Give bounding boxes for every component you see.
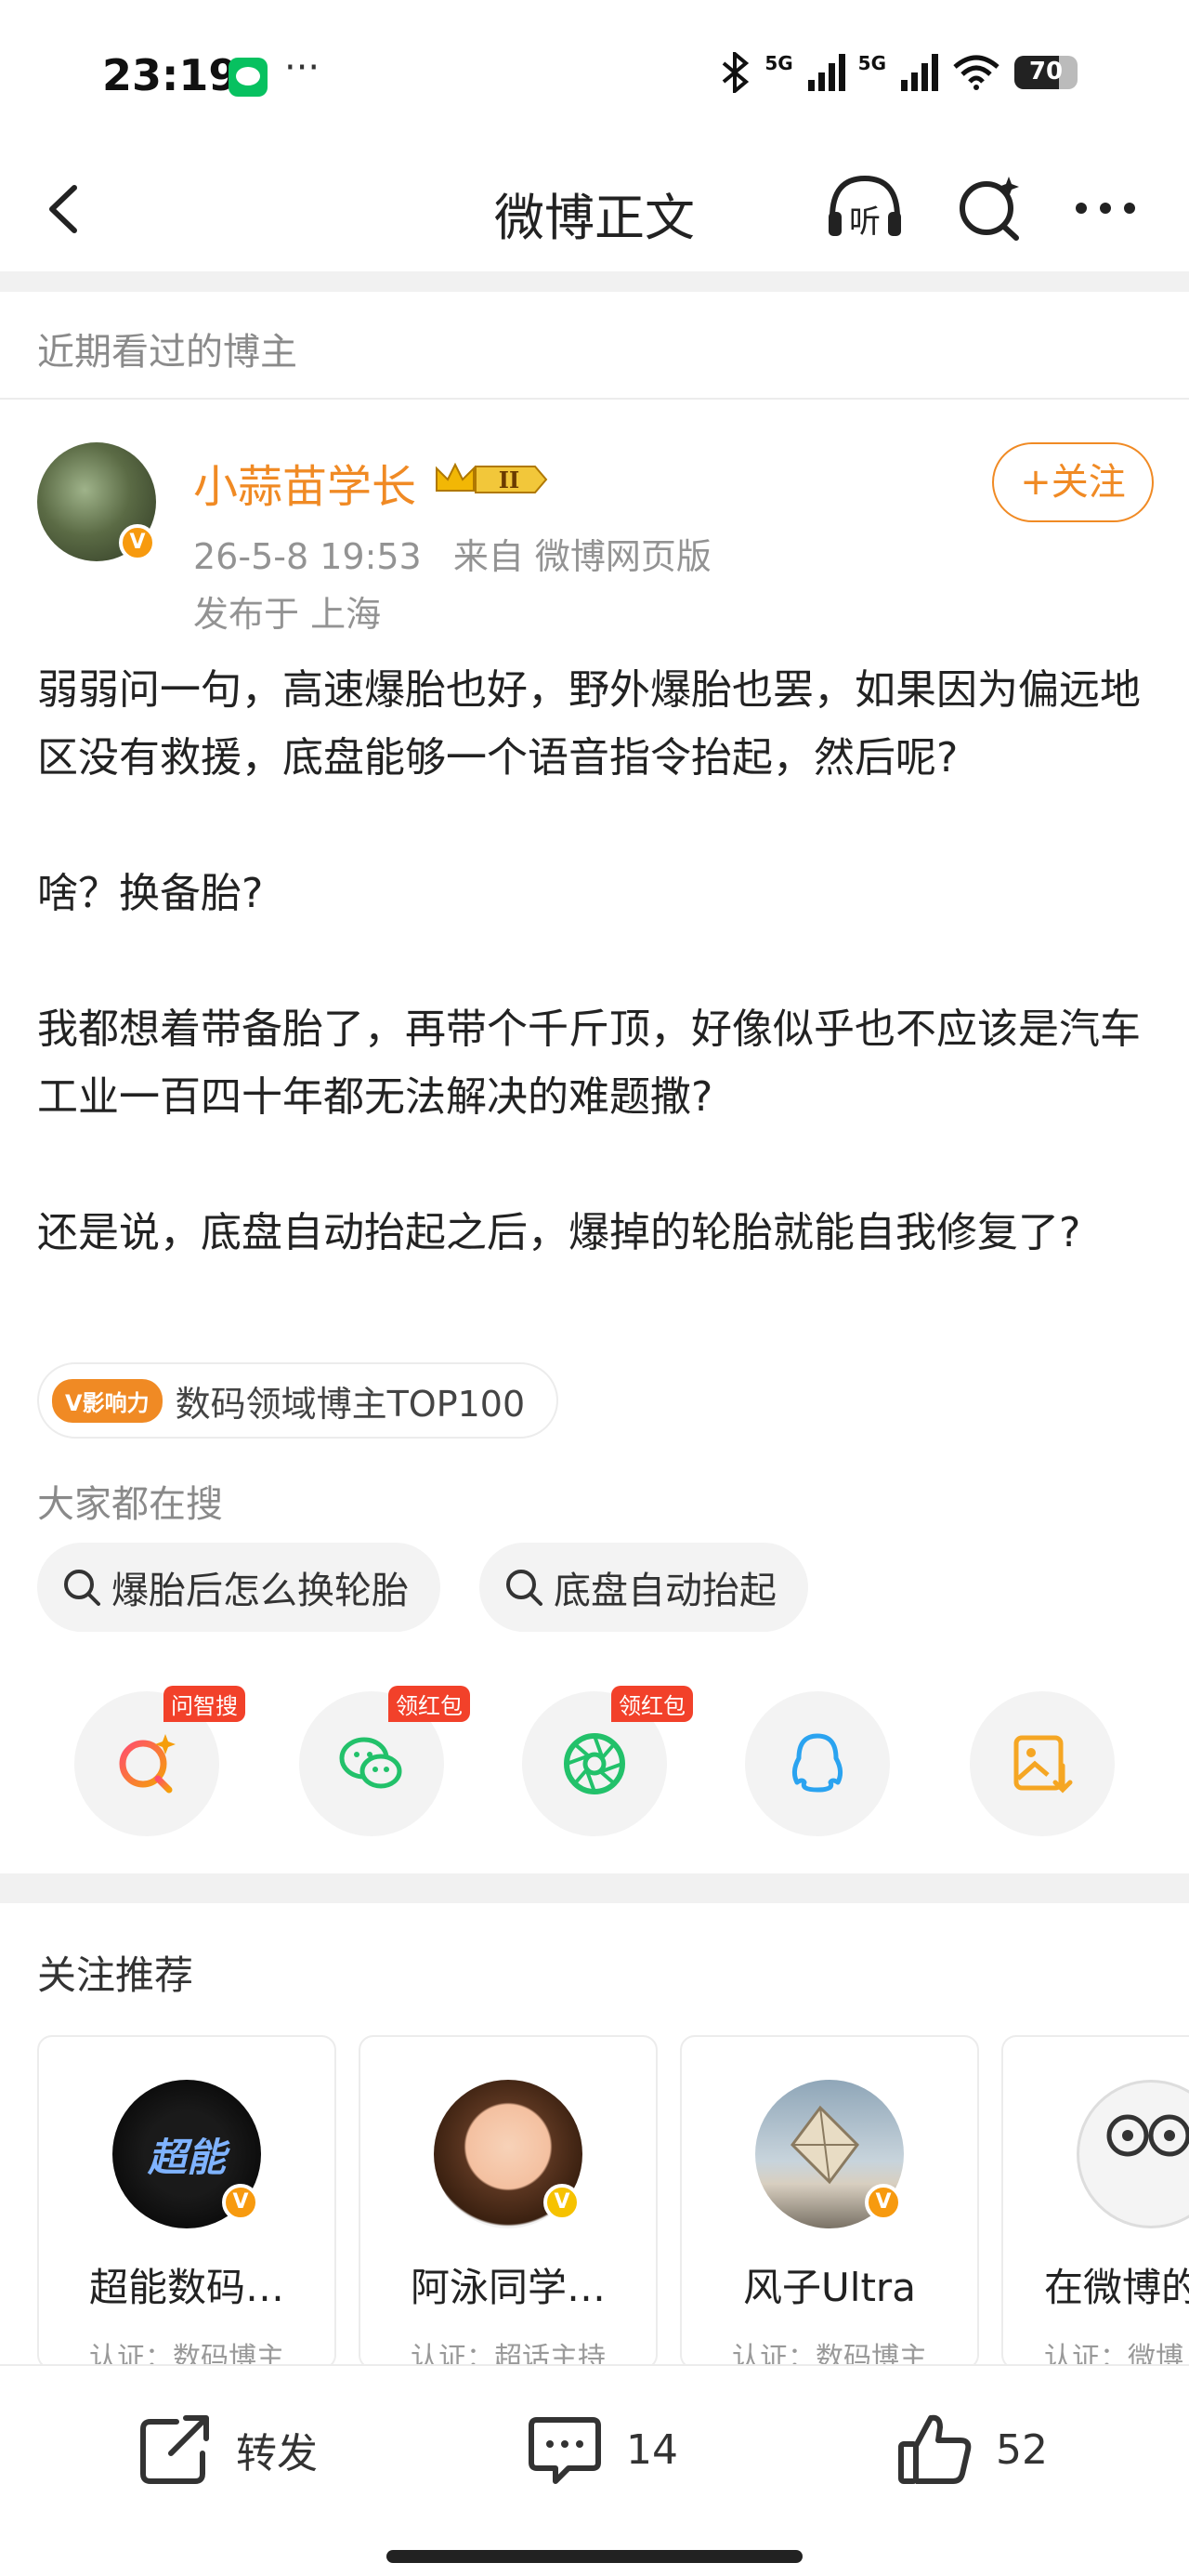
comment-count: 14 [626,2425,678,2474]
like-button[interactable]: 52 [894,2409,1048,2491]
recommend-name: 超能数码… [88,2265,284,2310]
member-crown-icon: II [436,462,548,493]
recommend-title: 关注推荐 [37,1952,194,1998]
nav-bar: 微博正文 听 [0,149,1189,271]
qq-icon [791,1733,843,1793]
ai-search-icon[interactable] [953,171,1027,245]
influence-text: 数码领域博主TOP100 [175,1383,526,1425]
recommend-name: 阿泳同学… [410,2265,606,2310]
post-meta: 26-5-8 19:53 来自 微博网页版 [193,528,712,579]
author-avatar[interactable]: V [37,442,156,561]
recommend-card[interactable]: V 风子Ultra 认证：数码博主 [680,2035,979,2370]
recommend-avatar-text: 超能 [147,2134,226,2180]
like-thumb-icon [898,2414,972,2484]
recommend-card[interactable]: 在微博的 认证：微博 [1001,2035,1189,2370]
follow-button[interactable]: +关注 [992,442,1154,522]
battery-icon: 70 [1014,56,1078,89]
recommend-card[interactable]: 超能 V 超能数码… 认证：数码博主 [37,2035,336,2370]
recent-bloggers-label: 近期看过的博主 [37,331,297,374]
status-bar: 23:19 ··· 5G 5G 70 [0,0,1189,149]
verified-badge-icon: V [222,2184,259,2221]
comment-icon [529,2417,601,2484]
post-paragraph: 还是说，底盘自动抬起之后，爆掉的轮胎就能自我修复了? [37,1209,1081,1256]
share-ai-search-button[interactable]: 问智搜 [74,1686,245,1836]
more-options-icon[interactable] [1068,171,1143,245]
listen-headphones-icon[interactable]: 听 [823,171,907,245]
repost-icon [140,2415,209,2484]
recommend-avatar[interactable] [1077,2080,1189,2228]
signal-1-icon [807,54,845,91]
hot-search-chip-label: 爆胎后怎么换轮胎 [111,1570,409,1612]
signal-label-1: 5G [764,52,793,74]
listen-label: 听 [849,204,881,241]
search-ai-icon [119,1734,176,1794]
post-time: 26-5-8 19:53 [193,536,422,577]
author-name[interactable]: 小蒜苗学长 [193,450,416,515]
verified-badge-icon: V [865,2184,902,2221]
recent-bloggers-row[interactable]: 近期看过的博主 [0,292,1189,400]
share-tag: 领红包 [611,1686,693,1722]
recommend-name: 在微博的 [1044,2265,1189,2310]
signal-2-icon [901,54,938,91]
more-notifications-icon: ··· [284,46,320,89]
battery-level: 70 [1028,58,1064,85]
share-wechat-button[interactable]: 领红包 [299,1686,470,1836]
influence-badge: V影响力 [52,1378,163,1423]
influence-tag[interactable]: V影响力 数码领域博主TOP100 [37,1362,559,1439]
member-level: II [499,467,519,493]
share-moments-button[interactable]: 领红包 [522,1686,693,1836]
recommend-name: 风子Ultra [743,2265,916,2310]
hot-search-label: 大家都在搜 [37,1483,223,1526]
like-count: 52 [996,2425,1048,2474]
signal-label-2: 5G [857,52,886,74]
repost-button[interactable]: 转发 [134,2409,318,2491]
repost-label: 转发 [236,2430,318,2477]
save-image-button[interactable] [970,1691,1115,1836]
status-indicators: 5G 5G 70 [720,52,1078,93]
search-icon [64,1570,100,1606]
post-paragraph: 我都想着带备胎了，再带个千斤顶，好像似乎也不应该是汽车工业一百四十年都无法解决的… [37,1005,1141,1121]
bluetooth-icon [723,52,750,93]
bottom-action-bar: 转发 14 52 [0,2364,1189,2576]
hot-search-chip[interactable]: 爆胎后怎么换轮胎 [37,1543,440,1632]
verified-badge-icon: V [543,2184,581,2221]
section-divider [0,271,1189,292]
share-tag: 问智搜 [163,1686,245,1722]
moments-icon [564,1733,625,1794]
share-tag: 领红包 [388,1686,470,1722]
meme-face-image [1106,2114,1189,2157]
hot-search-chip[interactable]: 底盘自动抬起 [479,1543,808,1632]
share-row: 问智搜 领红包 领红包 [0,1686,1189,1840]
home-indicator[interactable] [386,2550,803,2563]
recommend-card[interactable]: V 阿泳同学… 认证：超话主持 [359,2035,658,2370]
post-source: 来自 微博网页版 [452,536,712,577]
status-time: 23:19 [102,50,239,100]
post-content: 弱弱问一句，高速爆胎也好，野外爆胎也罢，如果因为偏远地区没有救援，底盘能够一个语… [37,656,1161,1267]
post-location: 发布于 上海 [193,594,382,635]
section-divider [0,1873,1189,1903]
recommend-avatar[interactable]: V [755,2080,904,2228]
save-image-icon [1013,1735,1073,1794]
wifi-icon [953,55,1000,90]
hot-search-chip-label: 底盘自动抬起 [554,1570,777,1612]
post-paragraph: 弱弱问一句，高速爆胎也好，野外爆胎也罢，如果因为偏远地区没有救援，底盘能够一个语… [37,666,1141,782]
recommend-avatar[interactable]: 超能 V [112,2080,261,2228]
search-icon [506,1570,542,1606]
wechat-notification-icon [229,58,268,97]
wechat-icon [339,1737,402,1789]
post-paragraph: 啥？换备胎? [37,870,264,917]
verified-badge-icon: V [119,524,156,561]
comment-button[interactable]: 14 [524,2409,678,2491]
share-qq-button[interactable] [745,1691,890,1836]
recommend-avatar[interactable]: V [434,2080,582,2228]
